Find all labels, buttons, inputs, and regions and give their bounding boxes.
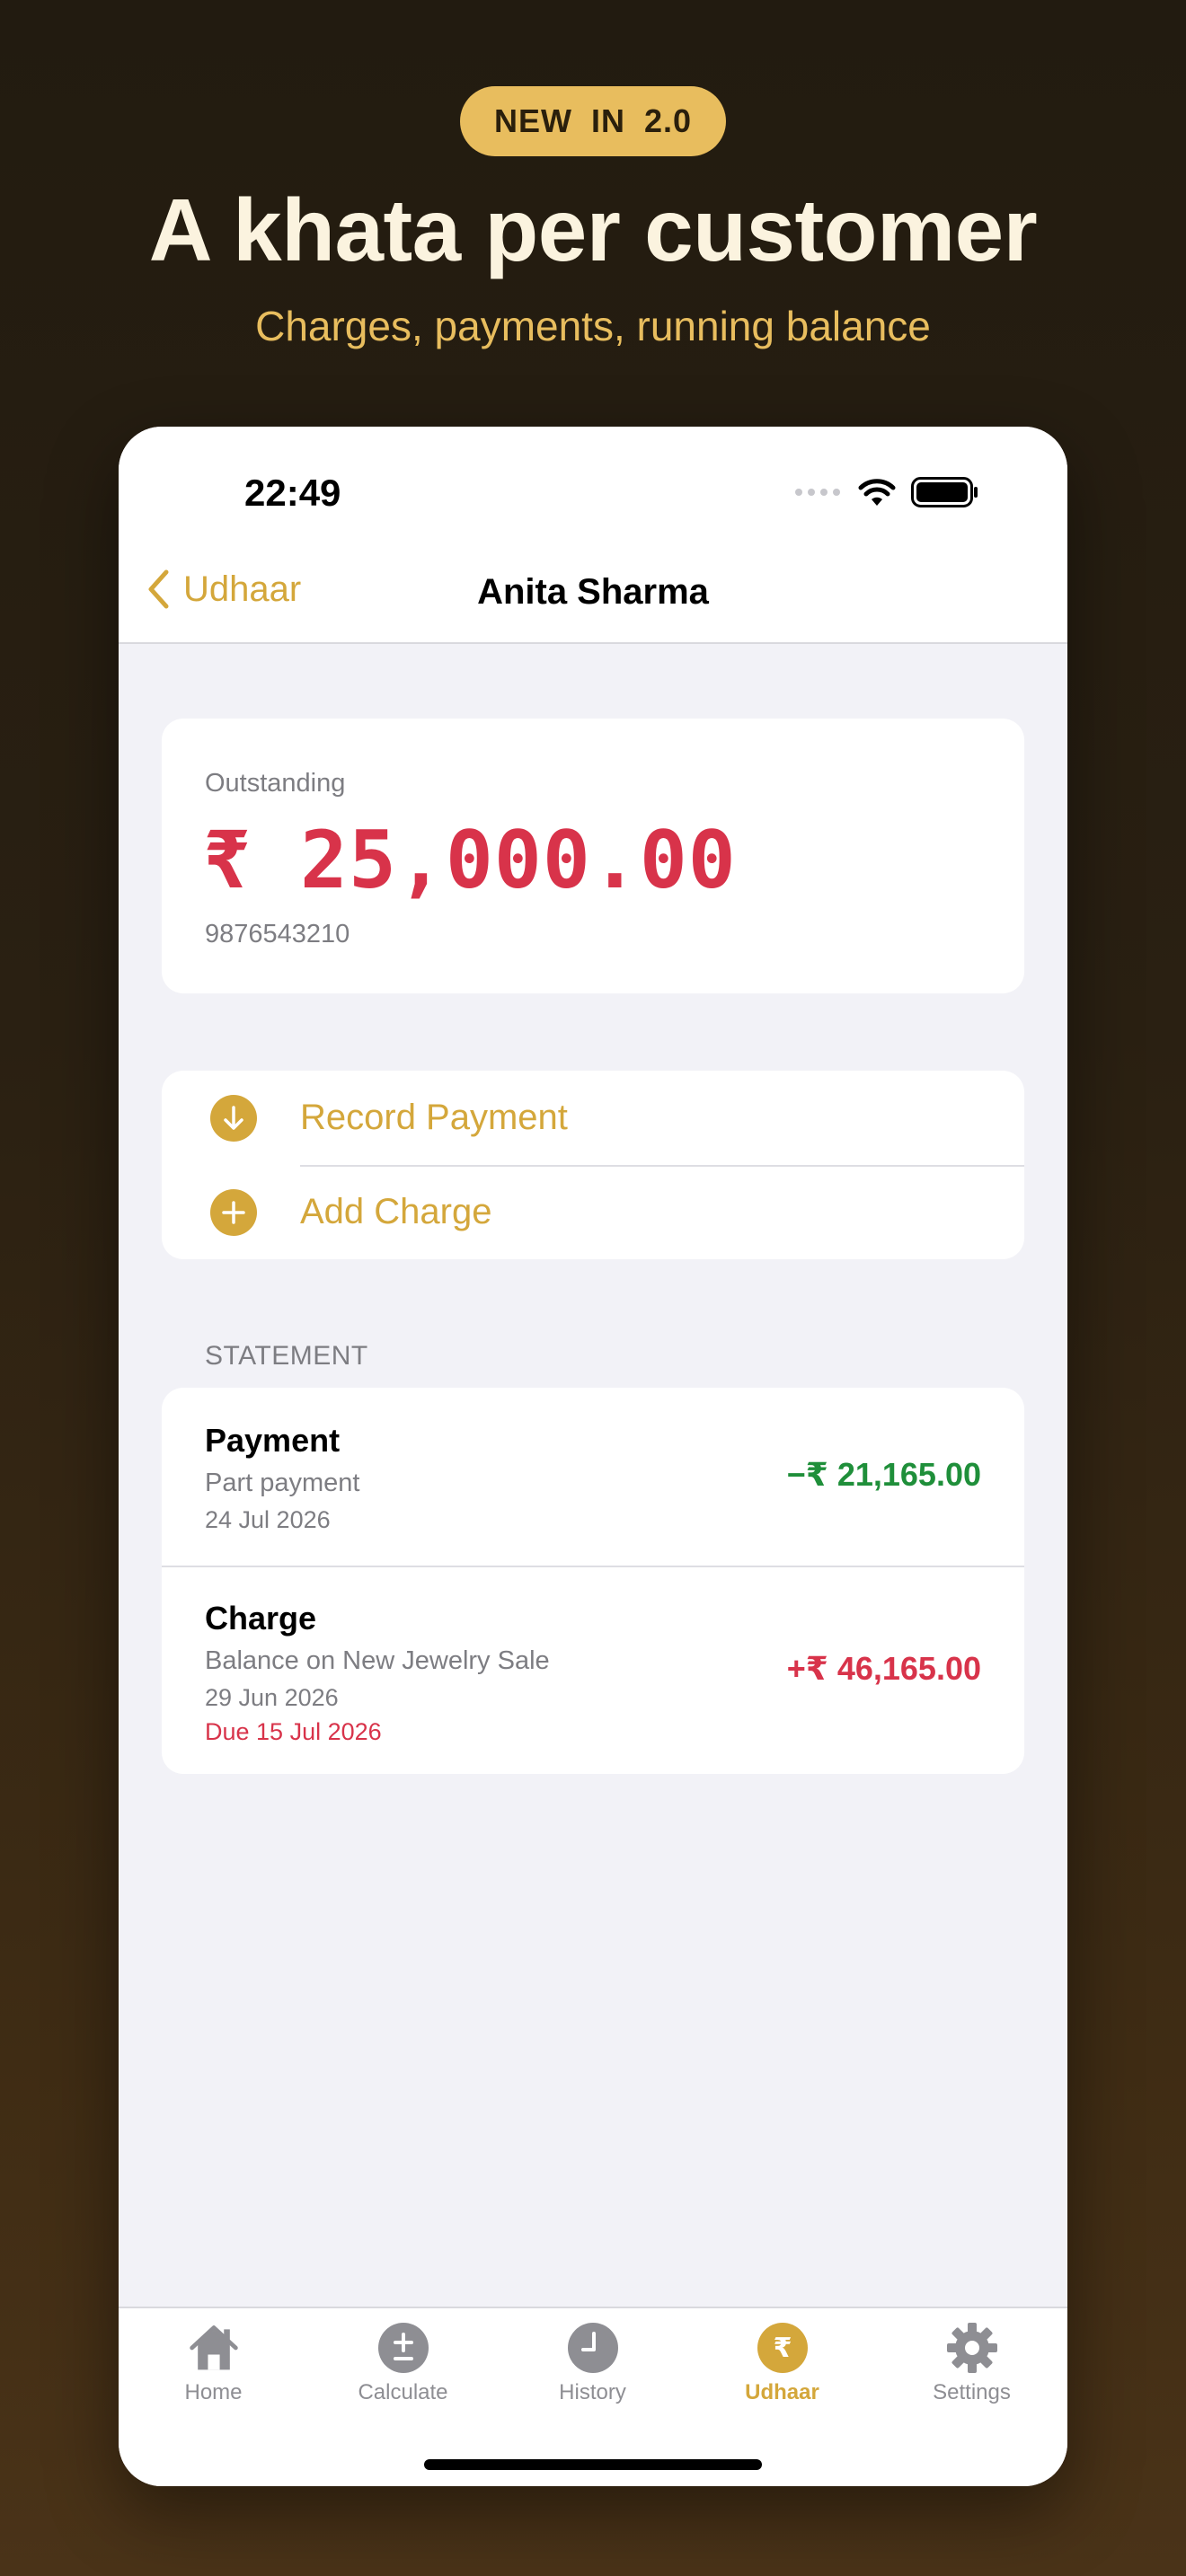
tab-udhaar[interactable]: ₹ Udhaar	[687, 2321, 877, 2405]
outstanding-label: Outstanding	[205, 769, 346, 798]
signal-icon	[795, 489, 840, 496]
entry-date: 29 Jun 2026	[205, 1684, 339, 1711]
tab-label: History	[559, 2380, 626, 2404]
status-icons	[794, 477, 979, 507]
svg-text:₹: ₹	[773, 2333, 792, 2364]
statement-header: STATEMENT	[205, 1341, 368, 1371]
status-time: 22:49	[244, 472, 341, 514]
tab-calculate[interactable]: Calculate	[308, 2321, 498, 2405]
entry-subtitle: Balance on New Jewelry Sale	[205, 1646, 550, 1675]
tab-label: Calculate	[358, 2380, 448, 2404]
promo-headline: A khata per customer	[148, 181, 1038, 279]
house-icon	[187, 2321, 241, 2375]
entry-date: 24 Jul 2026	[205, 1506, 331, 1533]
statement-row[interactable]: Charge Balance on New Jewelry Sale 29 Ju…	[162, 1567, 1024, 1774]
statement-card: Payment Part payment 24 Jul 2026 −₹ 21,1…	[162, 1388, 1024, 1774]
gear-icon	[945, 2321, 999, 2375]
plus-minus-icon	[376, 2321, 430, 2375]
arrow-down-circle-icon	[210, 1094, 257, 1142]
battery-icon	[911, 477, 978, 507]
add-charge-label: Add Charge	[300, 1192, 492, 1231]
outstanding-card: Outstanding ₹ 25,000.00 9876543210	[162, 719, 1024, 993]
add-charge-button[interactable]: Add Charge	[162, 1165, 1024, 1259]
clock-icon	[566, 2321, 620, 2375]
entry-due-date: Due 15 Jul 2026	[205, 1718, 382, 1745]
page-title: Anita Sharma	[477, 572, 709, 612]
wifi-icon	[858, 479, 896, 506]
entry-title: Charge	[205, 1600, 317, 1636]
outstanding-amount: ₹ 25,000.00	[203, 814, 737, 906]
phone-screen: 22:49 Udhaar Anita Sharma Outstanding ₹ …	[119, 427, 1067, 2486]
home-indicator[interactable]	[424, 2459, 762, 2470]
nav-bar: Udhaar Anita Sharma	[119, 543, 1067, 644]
statement-row[interactable]: Payment Part payment 24 Jul 2026 −₹ 21,1…	[162, 1388, 1024, 1566]
status-bar: 22:49	[119, 427, 1067, 543]
entry-subtitle: Part payment	[205, 1469, 360, 1497]
record-payment-label: Record Payment	[300, 1098, 568, 1137]
version-badge: NEW IN 2.0	[460, 86, 726, 156]
tab-bar: Home Calculate History ₹ Udhaar Settings	[119, 2307, 1067, 2486]
entry-amount: −₹ 21,165.00	[786, 1456, 981, 1493]
record-payment-button[interactable]: Record Payment	[162, 1071, 1024, 1165]
tab-label: Settings	[933, 2380, 1011, 2404]
customer-phone: 9876543210	[205, 920, 350, 948]
actions-card: Record Payment Add Charge	[162, 1071, 1024, 1259]
tab-history[interactable]: History	[498, 2321, 687, 2405]
tab-label: Udhaar	[745, 2380, 819, 2404]
tab-settings[interactable]: Settings	[877, 2321, 1067, 2405]
plus-circle-icon	[210, 1188, 257, 1236]
rupee-icon: ₹	[756, 2321, 810, 2375]
entry-title: Payment	[205, 1422, 341, 1459]
tab-home[interactable]: Home	[119, 2321, 308, 2405]
promo-subhead: Charges, payments, running balance	[255, 303, 931, 349]
tab-label: Home	[184, 2380, 243, 2404]
entry-amount: +₹ 46,165.00	[786, 1650, 981, 1687]
